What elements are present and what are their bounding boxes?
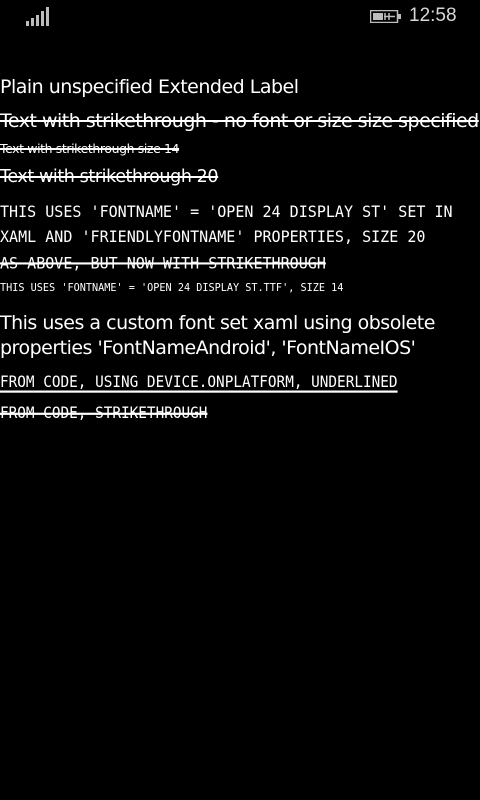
code-onplatform-underlined-label: From code, using Device.OnPlatform, unde…	[0, 374, 398, 392]
custom-font-xaml-label: This uses 'FontName' = 'Open 24 Display …	[0, 202, 453, 247]
obsolete-properties-label: This uses a custom font set xaml using o…	[0, 312, 435, 359]
strikethrough-default-label: Text with strikethrough - no font or siz…	[0, 110, 479, 132]
status-time: 12:58	[409, 5, 457, 26]
cell-signal-icon	[26, 7, 54, 26]
strikethrough-size20-label: Text with strikethrough 20	[0, 167, 219, 187]
custom-font-ttf-label: This uses 'FontName' = 'Open 24 Display …	[0, 282, 344, 294]
battery-charging-icon	[370, 10, 401, 23]
custom-font-strikethrough-label: As above, but now with strikethrough	[0, 254, 326, 273]
code-strikethrough-label: From code, strikethrough	[0, 405, 208, 423]
plain-extended-label: Plain unspecified Extended Label	[0, 76, 299, 98]
strikethrough-size14-label: Text with strikethrough size 14	[0, 141, 180, 156]
status-bar: 12:58	[0, 0, 480, 32]
